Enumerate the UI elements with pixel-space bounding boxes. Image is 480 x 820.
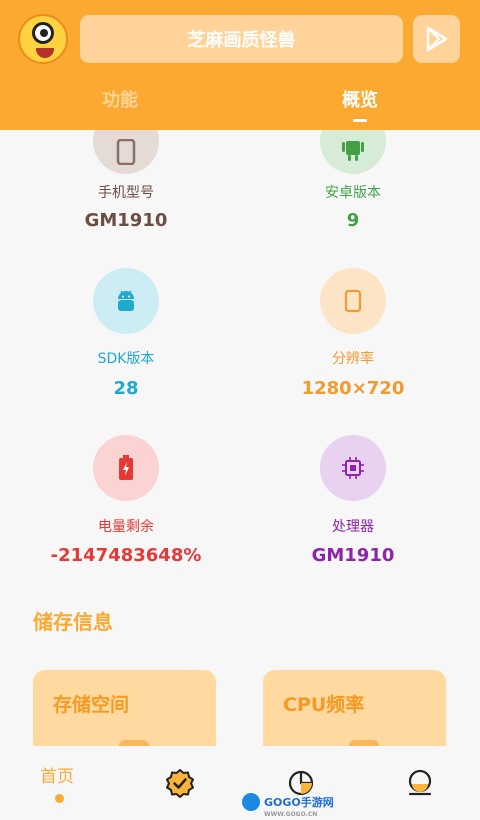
storage-section-title: 储存信息 bbox=[33, 610, 113, 634]
resolution-label: 分辨率 bbox=[332, 351, 374, 367]
android-version-value: 9 bbox=[346, 210, 360, 231]
phone-model-label: 手机型号 bbox=[98, 185, 154, 201]
battery-charging-icon bbox=[119, 455, 133, 480]
badge-check-icon bbox=[166, 769, 194, 798]
battery-circle bbox=[93, 435, 159, 501]
phone-model-value: GM1910 bbox=[84, 210, 168, 231]
cpu-frequency-card[interactable]: CPU频率 bbox=[263, 670, 446, 746]
tab-overview[interactable]: 概览 bbox=[300, 86, 420, 112]
processor-circle bbox=[320, 435, 386, 501]
profile-icon bbox=[408, 769, 432, 796]
app-header: 芝麻画质怪兽 功能 概览 bbox=[0, 0, 480, 130]
android-head-icon bbox=[118, 290, 134, 311]
phone-icon bbox=[116, 139, 136, 165]
screen-icon bbox=[344, 289, 362, 313]
android-version-circle bbox=[320, 130, 386, 174]
chip-icon bbox=[342, 457, 364, 479]
overview-content[interactable]: 手机型号 GM1910 安卓版本 9 SDK版本 28 分辨率 1280×720 bbox=[0, 130, 480, 746]
storage-space-title: 存储空间 bbox=[53, 694, 130, 716]
sdk-version-label: SDK版本 bbox=[97, 351, 155, 367]
play-button[interactable] bbox=[413, 15, 460, 63]
cpu-frequency-title: CPU频率 bbox=[283, 694, 365, 716]
android-version-label: 安卓版本 bbox=[325, 185, 381, 201]
processor-label: 处理器 bbox=[332, 519, 374, 535]
resolution-circle bbox=[320, 268, 386, 334]
app-title-button[interactable]: 芝麻画质怪兽 bbox=[80, 15, 403, 63]
resolution-value: 1280×720 bbox=[301, 378, 405, 399]
phone-model-circle bbox=[93, 130, 159, 174]
app-title: 芝麻画质怪兽 bbox=[187, 30, 296, 51]
play-store-icon bbox=[426, 26, 447, 52]
nav-active-dot bbox=[55, 794, 64, 803]
storage-space-card[interactable]: 存储空间 bbox=[33, 670, 216, 746]
processor-value: GM1910 bbox=[311, 545, 395, 566]
bottom-nav: 首页 GOGO手游网 WWW.GOGO.CN bbox=[0, 746, 480, 820]
nav-profile[interactable] bbox=[405, 768, 435, 798]
battery-label: 电量剩余 bbox=[98, 519, 154, 535]
battery-value: -2147483648% bbox=[50, 545, 202, 566]
nav-badge[interactable] bbox=[165, 768, 195, 798]
watermark: GOGO手游网 WWW.GOGO.CN bbox=[242, 791, 334, 818]
avatar-mouth bbox=[36, 48, 54, 58]
avatar-eye bbox=[32, 22, 54, 44]
watermark-subtext: WWW.GOGO.CN bbox=[264, 811, 318, 818]
sdk-version-value: 28 bbox=[113, 378, 139, 399]
avatar[interactable] bbox=[18, 14, 68, 64]
avatar-pupil bbox=[40, 29, 48, 37]
tab-indicator bbox=[353, 119, 367, 122]
watermark-text: GOGO手游网 bbox=[264, 796, 334, 809]
sdk-version-circle bbox=[93, 268, 159, 334]
nav-home[interactable]: 首页 bbox=[40, 762, 74, 787]
tab-function[interactable]: 功能 bbox=[60, 86, 180, 112]
android-icon bbox=[342, 141, 364, 161]
watermark-logo-icon bbox=[242, 793, 260, 811]
